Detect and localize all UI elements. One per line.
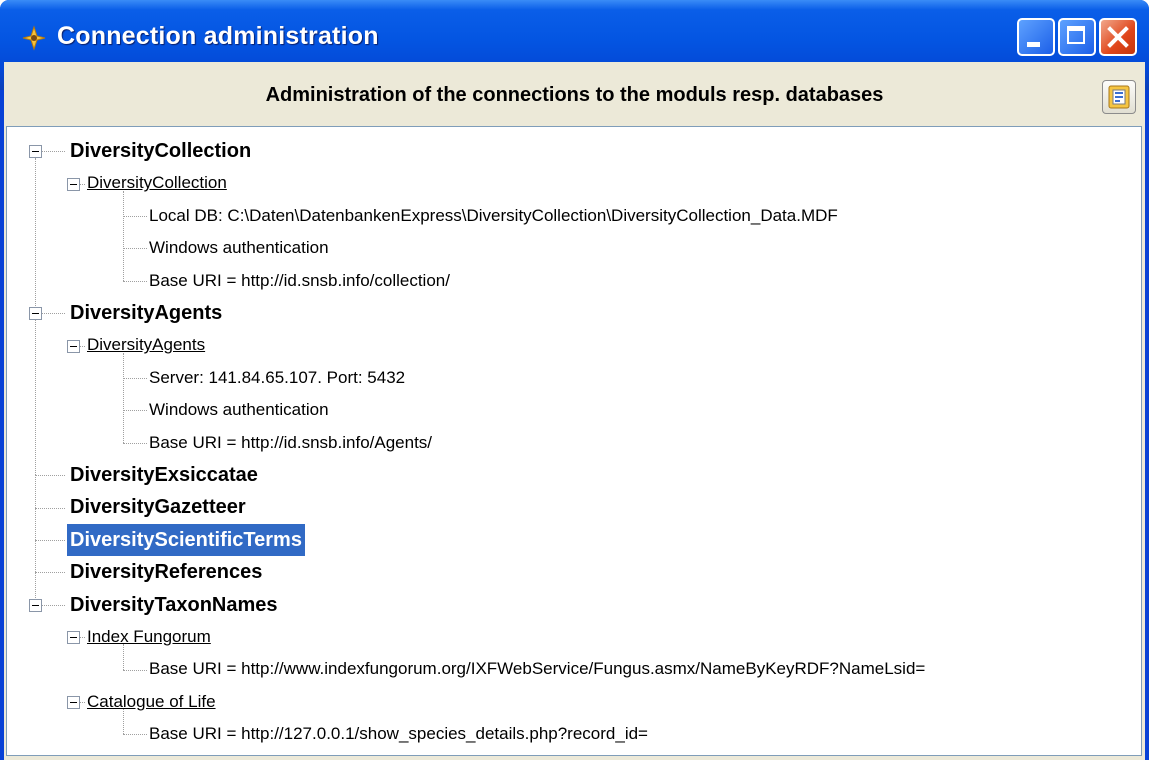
tree-line bbox=[35, 320, 36, 476]
collapse-toggle-icon[interactable] bbox=[67, 339, 80, 353]
connection-detail-label: Base URI = http://id.snsb.info/Agents/ bbox=[149, 432, 433, 452]
connection-name-label: Catalogue of Life bbox=[87, 691, 216, 711]
collapse-toggle-icon[interactable] bbox=[67, 696, 80, 709]
collapse-toggle-icon[interactable] bbox=[29, 307, 42, 321]
tree-line bbox=[80, 183, 85, 185]
tree-line bbox=[123, 378, 147, 379]
module-name-label: DiversityCollection bbox=[70, 140, 252, 162]
header-form-button[interactable] bbox=[1102, 80, 1136, 114]
tree-line bbox=[35, 572, 65, 574]
app-icon bbox=[22, 25, 46, 51]
tree-line bbox=[123, 644, 124, 670]
window-title: Connection administration bbox=[57, 22, 379, 50]
module-name-label: DiversityGazetteer bbox=[70, 496, 246, 519]
close-button[interactable] bbox=[1099, 18, 1137, 56]
tree-line bbox=[35, 475, 65, 477]
tree-line bbox=[123, 709, 124, 735]
maximize-icon bbox=[1067, 26, 1085, 44]
header-title: Administration of the connections to the… bbox=[265, 84, 884, 106]
tree-line bbox=[35, 540, 36, 573]
connection-detail-label: Base URI = http://www.indexfungorum.org/… bbox=[149, 659, 926, 679]
tree-line bbox=[35, 572, 36, 598]
tree-line bbox=[35, 158, 36, 307]
connection-name-label: DiversityAgents bbox=[87, 335, 206, 355]
tree-line bbox=[80, 345, 85, 347]
collapse-toggle-icon[interactable] bbox=[29, 598, 42, 612]
tree-line bbox=[35, 507, 36, 540]
collapse-toggle-icon[interactable] bbox=[29, 145, 42, 159]
tree-line bbox=[123, 442, 147, 444]
module-name-label: DiversityScientificTerms bbox=[67, 523, 305, 556]
client-area: Administration of the connections to the… bbox=[4, 62, 1145, 760]
tree-line bbox=[35, 475, 36, 508]
connection-name-label: DiversityCollection bbox=[87, 173, 227, 193]
module-name-label: DiversityTaxonNames bbox=[70, 593, 278, 616]
tree-line bbox=[80, 702, 85, 703]
tree-line bbox=[123, 734, 147, 736]
tree-line bbox=[123, 216, 147, 217]
tree-line bbox=[42, 151, 65, 153]
minimize-icon bbox=[1027, 42, 1040, 47]
collapse-toggle-icon[interactable] bbox=[67, 177, 80, 191]
minimize-button[interactable] bbox=[1017, 18, 1055, 56]
connection-name-label: Index Fungorum bbox=[87, 627, 211, 646]
tree-line bbox=[35, 540, 65, 541]
connections-tree[interactable]: DiversityCollection DiversityCollection Lo… bbox=[6, 126, 1142, 756]
tree-line bbox=[123, 410, 147, 412]
tree-line bbox=[123, 190, 124, 281]
maximize-button[interactable] bbox=[1058, 18, 1096, 56]
tree-line bbox=[35, 507, 65, 509]
connection-administration-window: Connection administration Administration… bbox=[0, 0, 1149, 760]
module-name-label: DiversityExsiccatae bbox=[70, 464, 258, 486]
tree-line bbox=[42, 313, 65, 315]
connection-detail-label: Base URI = http://127.0.0.1/show_species… bbox=[149, 724, 648, 744]
tree-line bbox=[80, 637, 85, 639]
close-icon bbox=[1107, 26, 1129, 48]
tree-line bbox=[123, 248, 147, 250]
tree-line bbox=[123, 669, 147, 671]
connection-detail-label: Server: 141.84.65.107. Port: 5432 bbox=[149, 367, 406, 387]
collapse-toggle-icon[interactable] bbox=[67, 631, 80, 645]
module-name-label: DiversityAgents bbox=[70, 302, 223, 324]
tree-line bbox=[123, 280, 147, 282]
tree-line bbox=[123, 352, 124, 443]
connection-detail-label: Base URI = http://id.snsb.info/collectio… bbox=[149, 270, 450, 290]
connection-detail-label: Windows authentication bbox=[149, 238, 329, 258]
tree-line bbox=[42, 604, 65, 606]
form-icon bbox=[1108, 85, 1130, 109]
module-name-label: DiversityReferences bbox=[70, 561, 263, 584]
header-panel: Administration of the connections to the… bbox=[4, 62, 1145, 126]
connection-detail-label: Windows authentication bbox=[149, 400, 329, 420]
connection-detail-label: Local DB: C:\Daten\DatenbankenExpress\Di… bbox=[149, 205, 838, 225]
